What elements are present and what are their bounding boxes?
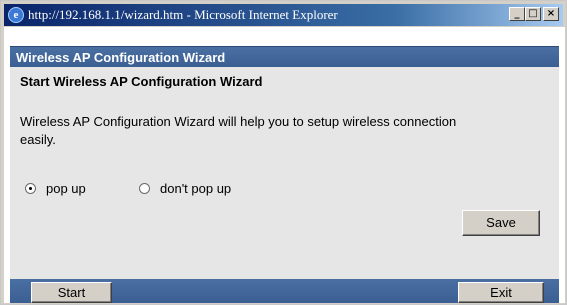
radio-option-dont-pop-up[interactable]: don't pop up	[139, 179, 231, 197]
wizard-description: Wireless AP Configuration Wizard will he…	[20, 114, 457, 147]
wizard-panel	[10, 67, 559, 279]
page-content: Wireless AP Configuration Wizard Start W…	[4, 27, 565, 303]
start-button[interactable]: Start	[31, 282, 112, 303]
radio-dont-pop-up[interactable]	[139, 182, 150, 194]
radio-pop-up[interactable]	[25, 182, 36, 194]
radio-pop-up-label: pop up	[46, 180, 86, 196]
minimize-button[interactable]: _	[509, 7, 525, 21]
maximize-button[interactable]: □	[525, 7, 541, 21]
browser-window: e http://192.168.1.1/wizard.htm - Micros…	[0, 0, 567, 305]
wizard-header: Wireless AP Configuration Wizard	[10, 46, 559, 67]
window-titlebar[interactable]: e http://192.168.1.1/wizard.htm - Micros…	[4, 4, 563, 26]
wizard-heading: Start Wireless AP Configuration Wizard	[20, 74, 263, 89]
window-title: http://192.168.1.1/wizard.htm - Microsof…	[28, 7, 338, 22]
radio-option-pop-up[interactable]: pop up	[25, 179, 86, 197]
wizard-title: Wireless AP Configuration Wizard	[16, 50, 226, 65]
save-button[interactable]: Save	[462, 210, 540, 236]
exit-button[interactable]: Exit	[458, 282, 544, 303]
radio-dont-pop-up-label: don't pop up	[160, 180, 232, 196]
close-button[interactable]: ×	[543, 7, 559, 21]
ie-icon: e	[8, 7, 24, 23]
